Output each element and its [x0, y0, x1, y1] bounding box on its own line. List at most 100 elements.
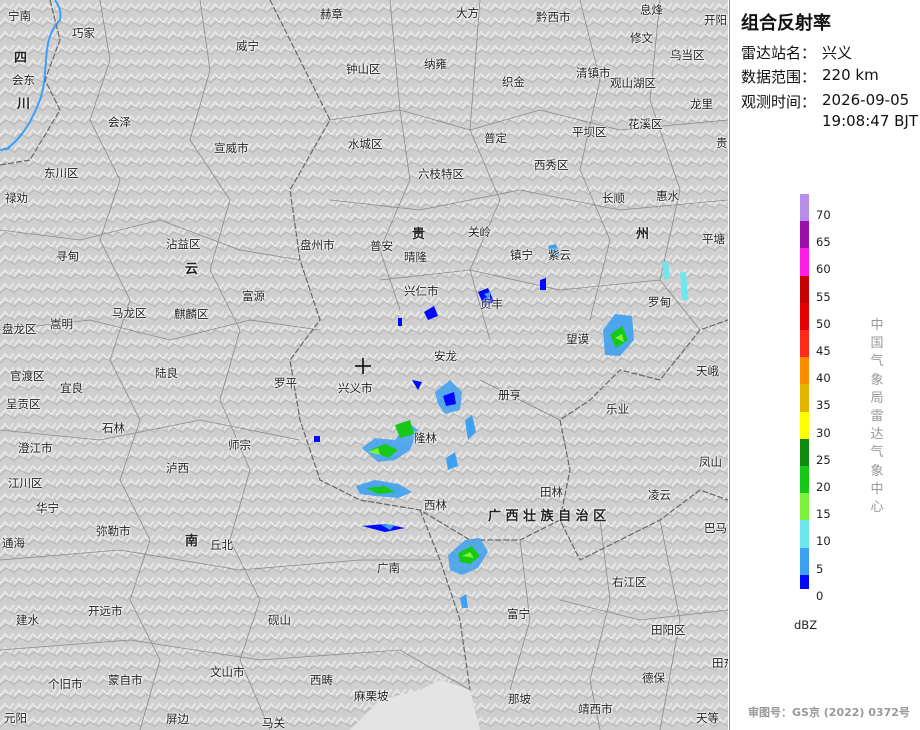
province-label-gui: 贵 [412, 227, 426, 242]
agency-char: 国 [870, 336, 884, 352]
agency-char: 雷 [870, 409, 884, 424]
place-label: 呈贡区 [6, 397, 41, 411]
place-label: 钟山区 [346, 62, 381, 76]
place-label: 镇宁 [510, 248, 533, 262]
place-label: 澄江市 [18, 441, 53, 455]
map-canvas [0, 0, 728, 730]
place-label: 黔西市 [536, 10, 571, 24]
place-label: 盘龙区 [2, 322, 37, 336]
place-label: 沾益区 [166, 237, 201, 251]
place-label: 田东 [712, 656, 728, 670]
place-label: 纳雍 [424, 57, 447, 71]
place-label: 弥勒市 [96, 524, 131, 538]
legend-tick-label: 65 [816, 235, 831, 250]
place-label: 田阳区 [651, 623, 686, 637]
place-label: 兴义市 [338, 381, 373, 395]
legend-tick-label: 15 [816, 507, 831, 522]
place-label: 师宗 [228, 438, 251, 452]
legend-swatch [800, 411, 809, 439]
place-label: 东川区 [44, 166, 79, 180]
legend-swatch [800, 357, 809, 385]
place-label: 修文 [630, 31, 653, 45]
legend-swatch [800, 248, 809, 276]
place-label: 宁南 [8, 9, 31, 23]
place-label: 石林 [102, 421, 125, 435]
place-label: 普定 [484, 131, 507, 145]
place-label: 富宁 [507, 607, 530, 621]
place-label: 禄劝 [5, 191, 28, 205]
place-label: 望谟 [566, 332, 589, 346]
place-label: 罗平 [274, 376, 297, 390]
place-label: 凤山 [699, 455, 722, 469]
radar-map[interactable]: 四 川 贵 州 云 南 广 西 壮 族 自 治 区 宁南 巧家 会东 会泽 东川区 禄劝寻… [0, 0, 728, 730]
radar-viewer: 四 川 贵 州 云 南 广 西 壮 族 自 治 区 宁南 巧家 会东 会泽 东川区 禄劝寻… [0, 0, 920, 730]
legend-swatch [800, 384, 809, 412]
place-label: 右江区 [612, 575, 647, 589]
place-label: 个旧市 [48, 677, 83, 691]
legend-tick-label: 30 [816, 425, 831, 440]
place-label: 观山湖区 [610, 76, 656, 90]
place-label: 册亨 [498, 388, 521, 402]
place-label: 天等 [696, 711, 719, 725]
place-label: 砚山 [268, 613, 291, 627]
province-label-guangxi: 广 西 壮 族 自 治 区 [488, 509, 607, 524]
place-label: 花溪区 [628, 117, 663, 131]
legend-swatch [800, 520, 809, 548]
place-label: 清镇市 [576, 66, 611, 80]
place-label: 普安 [370, 239, 393, 253]
place-label: 靖西市 [578, 702, 613, 716]
legend-tick-label: 60 [816, 262, 831, 277]
place-label: 贞丰 [480, 297, 503, 311]
legend-swatch [800, 547, 809, 575]
place-label: 晴隆 [404, 250, 427, 264]
place-label: 贵定 [716, 136, 728, 150]
place-label: 马龙区 [112, 306, 147, 320]
place-label: 天峨 [696, 364, 719, 378]
province-label-zhou: 州 [636, 227, 650, 242]
agency-char: 心 [870, 500, 884, 515]
place-label: 通海 [2, 536, 25, 550]
place-label: 巧家 [72, 26, 95, 40]
place-label: 安龙 [434, 349, 457, 363]
place-label: 平塘 [702, 232, 725, 246]
place-label: 织金 [502, 75, 525, 89]
place-label: 六枝特区 [418, 167, 464, 181]
legend-swatch [800, 574, 809, 589]
legend-tick-label: 25 [816, 452, 831, 467]
place-label: 广南 [377, 561, 400, 575]
place-label: 平坝区 [572, 125, 607, 139]
place-label: 泸西 [166, 461, 189, 475]
legend-tick-label: 50 [816, 316, 831, 331]
place-label: 田林 [540, 485, 563, 499]
place-label: 华宁 [36, 501, 59, 515]
place-label: 丘北 [210, 538, 233, 552]
legend-swatch [800, 302, 809, 330]
province-label-yun: 云 [185, 262, 199, 277]
place-label: 宣威市 [214, 141, 249, 155]
legend-tick-label: 70 [816, 208, 831, 222]
legend-swatch [800, 194, 809, 222]
place-label: 兴仁市 [404, 284, 439, 298]
place-label: 江川区 [8, 476, 43, 490]
legend-unit: dBZ [794, 618, 818, 632]
place-label: 长顺 [602, 191, 625, 205]
range-label: 数据范围： [741, 68, 817, 86]
agency-char: 象 [870, 372, 884, 388]
place-label: 息烽 [640, 3, 663, 17]
legend-tick-label: 5 [816, 561, 824, 576]
place-label: 巴马 [704, 521, 727, 535]
legend-swatch [800, 466, 809, 494]
range-value: 220 km [822, 66, 879, 84]
place-label: 开阳 [704, 13, 727, 27]
product-title: 组合反射率 [741, 13, 831, 34]
legend-swatch [800, 493, 809, 521]
legend-swatch [800, 275, 809, 303]
station-label: 雷达站名： [741, 44, 817, 62]
place-label: 德保 [642, 671, 665, 685]
place-label: 会东 [12, 73, 35, 87]
place-label: 西秀区 [534, 158, 569, 172]
place-label: 麒麟区 [174, 307, 209, 321]
place-label: 会泽 [108, 115, 131, 129]
agency-char: 局 [870, 390, 884, 406]
place-label: 西畴 [310, 673, 333, 687]
